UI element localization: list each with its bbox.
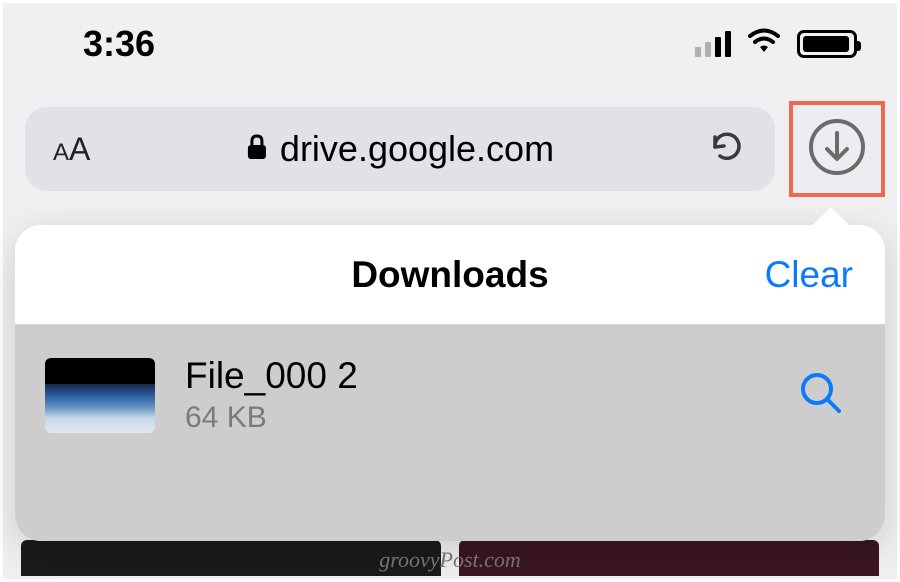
wifi-icon <box>745 28 783 61</box>
watermark: groovyPost.com <box>379 547 521 573</box>
battery-icon <box>797 30 857 58</box>
refresh-icon[interactable] <box>707 127 747 172</box>
file-info: File_000 2 64 KB <box>185 355 358 435</box>
downloads-header: Downloads Clear <box>15 225 885 325</box>
file-size: 64 KB <box>185 401 358 435</box>
content-tile[interactable] <box>459 540 879 576</box>
url-bar-row: AA drive.google.com <box>3 83 897 215</box>
file-name: File_000 2 <box>185 355 358 397</box>
status-time: 3:36 <box>83 23 155 65</box>
popup-arrow <box>809 207 853 229</box>
downloads-button[interactable] <box>805 115 869 184</box>
url-bar[interactable]: AA drive.google.com <box>25 107 775 191</box>
downloads-popup: Downloads Clear File_000 2 64 KB <box>15 225 885 541</box>
clear-button[interactable]: Clear <box>765 254 853 296</box>
downloads-list: File_000 2 64 KB <box>15 325 885 541</box>
lock-icon <box>246 133 268 166</box>
downloads-title: Downloads <box>351 254 548 296</box>
reveal-in-files-icon[interactable] <box>797 369 845 422</box>
signal-icon <box>695 31 731 57</box>
file-thumbnail <box>45 358 155 433</box>
content-tile[interactable] <box>21 540 441 576</box>
url-text: drive.google.com <box>280 128 554 170</box>
status-icons <box>695 28 857 61</box>
text-size-icon[interactable]: AA <box>53 131 90 168</box>
status-bar: 3:36 <box>3 3 897 83</box>
downloads-button-highlight <box>789 101 885 197</box>
download-item[interactable]: File_000 2 64 KB <box>15 325 885 465</box>
